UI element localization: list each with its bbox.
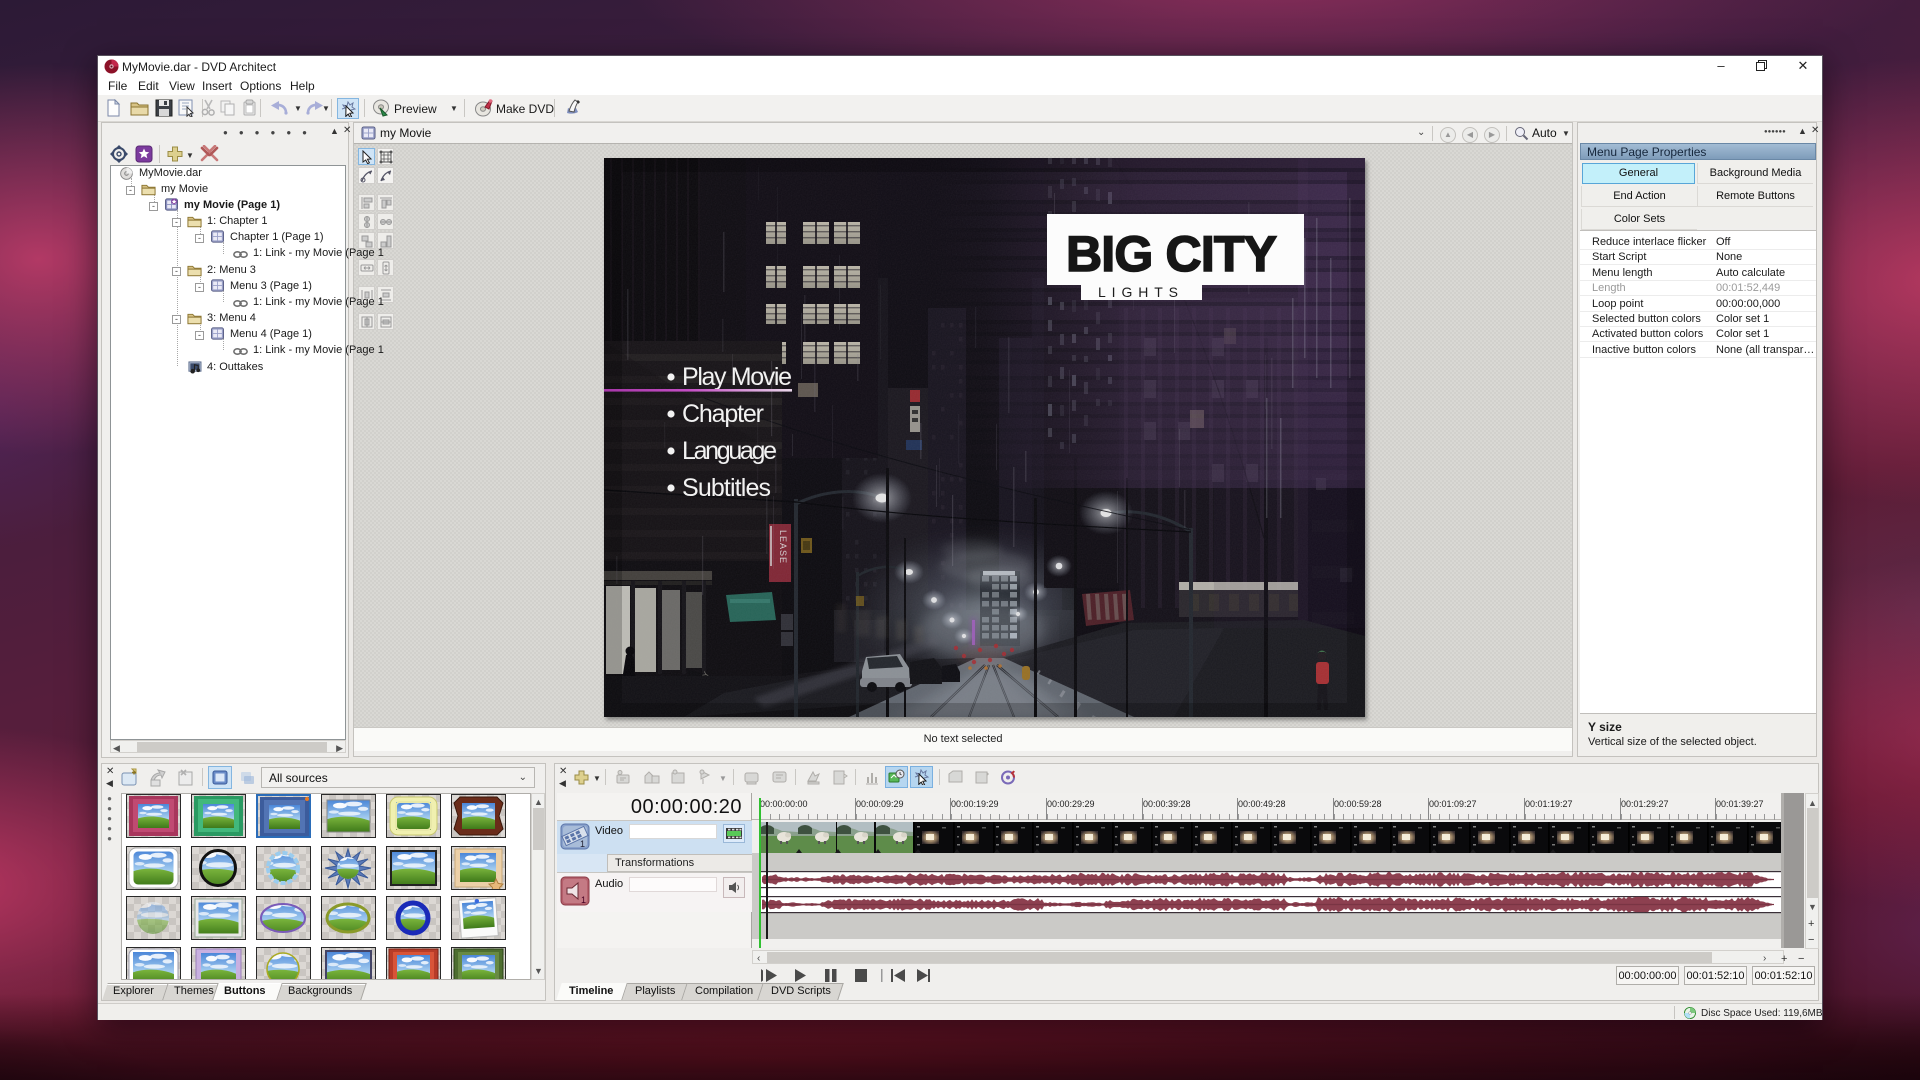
svg-text:1: 1 [580, 839, 585, 849]
svg-text:BIG CITY: BIG CITY [1066, 226, 1280, 282]
svg-text:LIGHTS: LIGHTS [1098, 284, 1186, 300]
svg-text:1: 1 [581, 895, 586, 905]
svg-text:Chapter: Chapter [682, 400, 764, 428]
svg-text:Language: Language [682, 437, 777, 465]
svg-text:Subtitles: Subtitles [682, 474, 771, 502]
svg-text:Play Movie: Play Movie [682, 363, 792, 391]
